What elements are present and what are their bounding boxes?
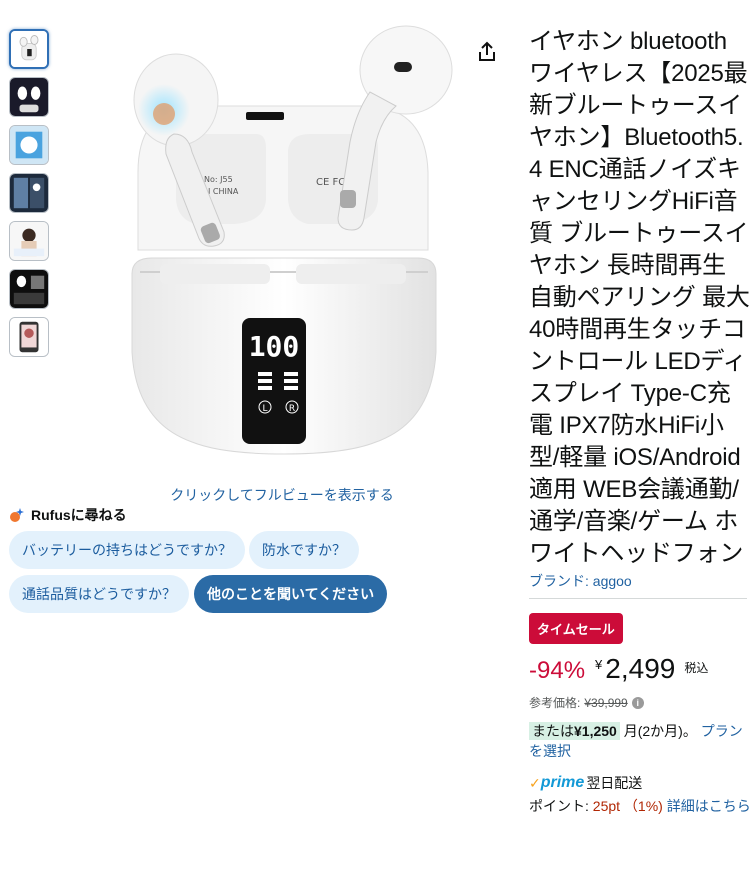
thumbnail-5[interactable]: [9, 221, 49, 261]
prime-check-icon: ✓: [529, 774, 541, 791]
rufus-chip-ask-other[interactable]: 他のことを聞いてください: [194, 575, 388, 613]
reference-price: ¥39,999: [584, 695, 628, 710]
product-info: イヤホン bluetooth ワイヤレス【2025最新ブルートゥースイヤホン】B…: [529, 26, 751, 816]
thumbnail-1[interactable]: [9, 29, 49, 69]
info-icon[interactable]: i: [631, 696, 644, 709]
deal-badge: タイムセール: [529, 613, 623, 644]
installment-prefix: または: [532, 723, 574, 739]
installment-amount: ¥1,250: [574, 723, 617, 739]
share-icon[interactable]: [475, 40, 499, 64]
battery-display-digits: 100: [249, 330, 300, 363]
reference-price-label: 参考価格:: [529, 696, 581, 710]
reference-price-row: 参考価格: ¥39,999 i: [529, 694, 751, 711]
thumbnail-6[interactable]: [9, 269, 49, 309]
case-model-text: No: J55: [204, 175, 233, 184]
rufus-chip-battery[interactable]: バッテリーの持ちはどうですか？: [9, 531, 245, 569]
points-label: ポイント:: [529, 798, 593, 814]
price-row: -94% ¥ 2,499 税込: [529, 653, 751, 685]
divider: [529, 598, 747, 599]
discount-percent: -94%: [529, 657, 586, 684]
rufus-header: Rufusに尋ねる: [9, 505, 127, 525]
points-detail-link[interactable]: 詳細はこちら: [667, 798, 751, 814]
thumbnail-3[interactable]: [9, 125, 49, 165]
product-title: イヤホン bluetooth ワイヤレス【2025最新ブルートゥースイヤホン】B…: [529, 28, 750, 567]
installment-badge: または¥1,250: [529, 722, 620, 740]
fullview-link[interactable]: クリックしてフルビューを表示する: [106, 485, 458, 505]
installment-row: または¥1,250 月(2か月)。 プランを選択: [529, 721, 751, 761]
case-cert-text: CE FC: [316, 177, 345, 188]
thumbnail-strip: [9, 29, 49, 365]
display-right-label: R: [289, 404, 295, 414]
thumbnail-2[interactable]: [9, 77, 49, 117]
points-value: 25pt （1%): [592, 798, 663, 814]
installment-suffix: 月(2か月)。: [619, 723, 701, 739]
rufus-icon: [10, 508, 24, 522]
price-value: 2,499: [605, 653, 676, 684]
brand-link[interactable]: ブランド: aggoo: [529, 572, 751, 590]
tax-label: 税込: [684, 661, 709, 675]
prime-delivery-text: 翌日配送: [586, 775, 643, 791]
display-left-label: L: [262, 404, 267, 414]
rufus-chip-call-quality[interactable]: 通話品質はどうですか？: [9, 575, 189, 613]
prime-row: ✓ prime 翌日配送: [529, 773, 751, 793]
currency-symbol: ¥: [595, 657, 603, 672]
thumbnail-4[interactable]: [9, 173, 49, 213]
prime-logo: prime: [540, 774, 585, 791]
thumbnail-7[interactable]: [9, 317, 49, 357]
earbuds-product-image: No: J55 IN CHINA CE FC 100 L R: [106, 22, 461, 484]
points-row: ポイント: 25pt （1%) 詳細はこちら: [529, 796, 751, 816]
rufus-chip-waterproof[interactable]: 防水ですか？: [249, 531, 359, 569]
rufus-label: Rufusに尋ねる: [31, 507, 127, 523]
main-product-image[interactable]: No: J55 IN CHINA CE FC 100 L R: [106, 22, 461, 484]
